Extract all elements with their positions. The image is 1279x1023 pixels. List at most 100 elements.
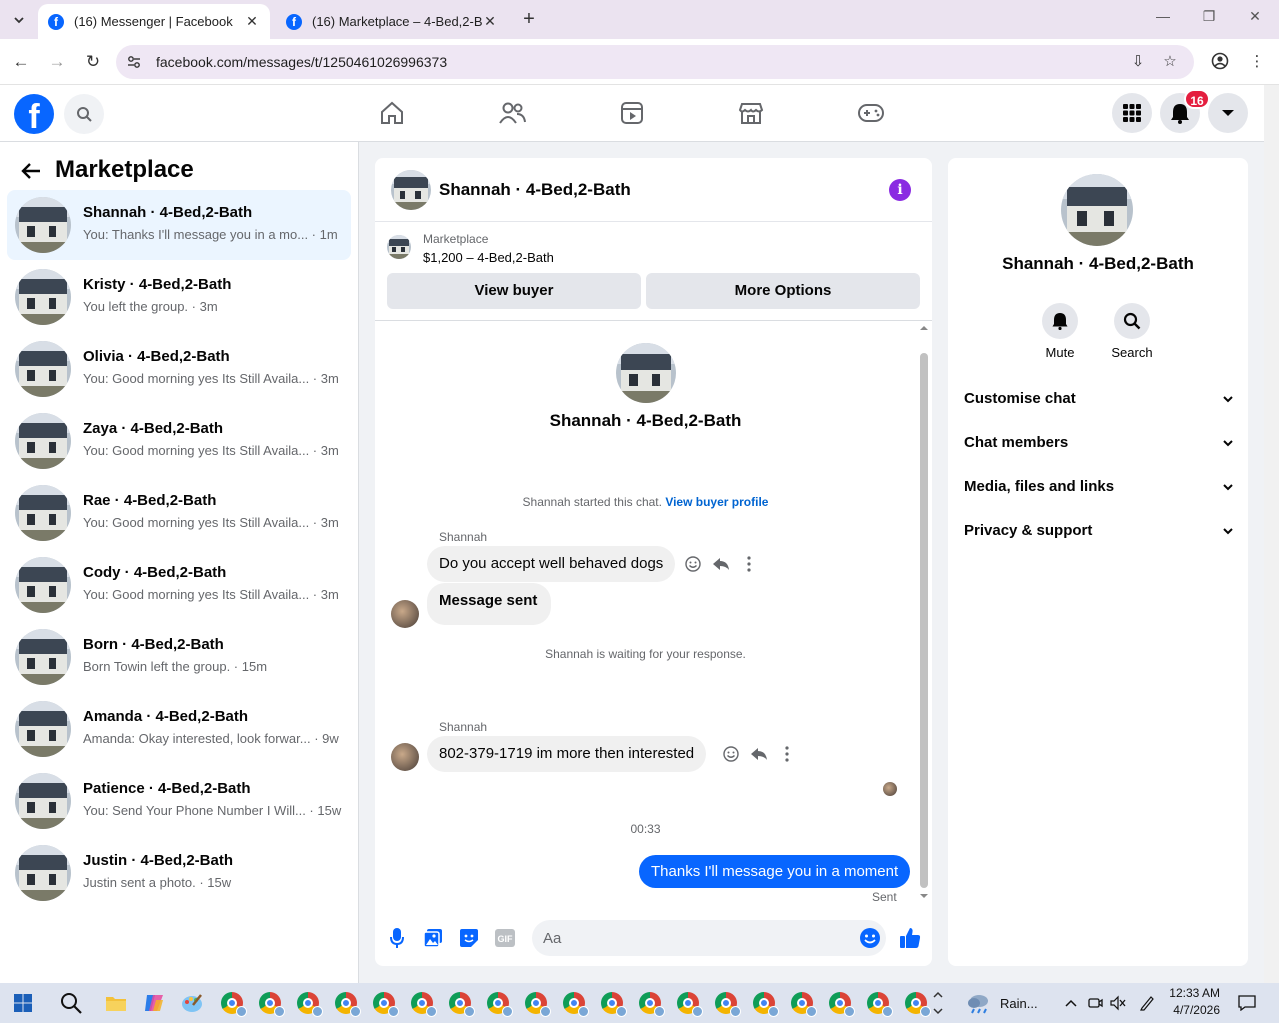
- scroll-up-icon[interactable]: [916, 323, 932, 333]
- conversation-item[interactable]: Olivia · 4-Bed,2-Bath You: Good morning y…: [7, 334, 351, 404]
- listing-thumbnail[interactable]: [387, 235, 411, 259]
- chrome-profile-icon[interactable]: [293, 988, 323, 1018]
- chat-title[interactable]: Shannah · 4-Bed,2-Bath: [439, 180, 631, 200]
- tab-search-button[interactable]: [6, 7, 32, 33]
- scrollbar-thumb[interactable]: [920, 353, 928, 888]
- chat-scrollbar[interactable]: [916, 323, 932, 901]
- chrome-profile-icon[interactable]: [673, 988, 703, 1018]
- weather-text[interactable]: Rain...: [1000, 996, 1038, 1011]
- reply-icon[interactable]: [749, 744, 769, 764]
- conversation-item[interactable]: Kristy · 4-Bed,2-Bath You left the group.…: [7, 262, 351, 332]
- chrome-profile-icon[interactable]: [559, 988, 589, 1018]
- outgoing-message[interactable]: Thanks I'll message you in a moment: [639, 855, 911, 888]
- site-settings-icon[interactable]: [126, 54, 142, 70]
- conversation-item[interactable]: Zaya · 4-Bed,2-Bath You: Good morning yes…: [7, 406, 351, 476]
- chrome-profile-icon[interactable]: [521, 988, 551, 1018]
- emoji-icon[interactable]: [859, 927, 881, 949]
- gif-icon[interactable]: GIF: [493, 926, 517, 950]
- search-facebook-button[interactable]: [64, 94, 104, 134]
- sender-avatar[interactable]: [391, 743, 419, 771]
- conversation-info-icon[interactable]: i: [889, 179, 911, 201]
- react-smiley-icon[interactable]: [683, 554, 703, 574]
- clock-date[interactable]: 4/7/2026: [1164, 1003, 1220, 1017]
- conversation-item[interactable]: Patience · 4-Bed,2-Bath You: Send Your Ph…: [7, 766, 351, 836]
- facebook-logo[interactable]: f: [14, 94, 54, 136]
- tab-close-icon[interactable]: ✕: [482, 13, 498, 30]
- chrome-profile-icon[interactable]: [331, 988, 361, 1018]
- chrome-profile-icon[interactable]: [749, 988, 779, 1018]
- conversation-item[interactable]: Rae · 4-Bed,2-Bath You: Good morning yes …: [7, 478, 351, 548]
- pen-menu-icon[interactable]: [1132, 988, 1162, 1018]
- forward-button[interactable]: →: [46, 51, 68, 73]
- message-composer[interactable]: [532, 920, 886, 956]
- conversation-item[interactable]: Born · 4-Bed,2-Bath Born Towin left the g…: [7, 622, 351, 692]
- chrome-profile-icon[interactable]: [635, 988, 665, 1018]
- profile-avatar-large[interactable]: [616, 343, 676, 403]
- sender-avatar[interactable]: [391, 600, 419, 628]
- chrome-profile-icon[interactable]: [901, 988, 931, 1018]
- photo-icon[interactable]: [421, 926, 445, 950]
- details-avatar[interactable]: [1061, 174, 1133, 246]
- chrome-profile-icon[interactable]: [863, 988, 893, 1018]
- menu-grid-button[interactable]: [1112, 93, 1152, 133]
- privacy-support-section[interactable]: Privacy & support: [964, 516, 1236, 546]
- back-button[interactable]: ←: [10, 51, 32, 73]
- chrome-profile-icon[interactable]: [369, 988, 399, 1018]
- chrome-profile-icon[interactable]: [483, 988, 513, 1018]
- page-scrollbar[interactable]: [1264, 85, 1279, 983]
- chrome-profile-icon[interactable]: [597, 988, 627, 1018]
- media-files-links-section[interactable]: Media, files and links: [964, 472, 1236, 502]
- browser-menu-icon[interactable]: ⋮: [1247, 52, 1267, 72]
- gaming-nav-icon[interactable]: [856, 98, 886, 128]
- video-nav-icon[interactable]: [617, 98, 647, 128]
- conversation-item[interactable]: Justin · 4-Bed,2-Bath Justin sent a photo…: [7, 838, 351, 908]
- react-smiley-icon[interactable]: [721, 744, 741, 764]
- volume-muted-icon[interactable]: [1103, 988, 1133, 1018]
- sticker-icon[interactable]: [457, 926, 481, 950]
- install-app-icon[interactable]: ⇩: [1128, 52, 1148, 72]
- minimize-button[interactable]: —: [1140, 8, 1186, 24]
- more-actions-icon[interactable]: [739, 554, 759, 574]
- chrome-profile-icon[interactable]: [711, 988, 741, 1018]
- clock-time[interactable]: 12:33 AM: [1168, 986, 1220, 1000]
- notification-center-icon[interactable]: [1232, 988, 1262, 1018]
- customise-chat-section[interactable]: Customise chat: [964, 384, 1236, 414]
- chrome-profile-icon[interactable]: [445, 988, 475, 1018]
- conversation-item[interactable]: Shannah · 4-Bed,2-Bath You: Thanks I'll m…: [7, 190, 351, 260]
- file-explorer-icon[interactable]: [101, 988, 131, 1018]
- scroll-down-icon[interactable]: [916, 891, 932, 901]
- chrome-profile-icon[interactable]: [787, 988, 817, 1018]
- view-buyer-profile-link[interactable]: View buyer profile: [665, 495, 768, 509]
- conversation-item[interactable]: Cody · 4-Bed,2-Bath You: Good morning yes…: [7, 550, 351, 620]
- more-options-button[interactable]: More Options: [646, 273, 920, 309]
- close-window-button[interactable]: ✕: [1232, 8, 1278, 25]
- friends-nav-icon[interactable]: [497, 98, 527, 128]
- view-buyer-button[interactable]: View buyer: [387, 273, 641, 309]
- paint-app-icon[interactable]: [177, 988, 207, 1018]
- mute-button[interactable]: Mute: [1030, 303, 1090, 360]
- message-input[interactable]: [532, 920, 832, 956]
- account-menu-button[interactable]: [1208, 93, 1248, 133]
- new-tab-button[interactable]: +: [518, 8, 540, 30]
- tab-marketplace[interactable]: f (16) Marketplace – 4-Bed,2-Bath ✕: [276, 4, 508, 39]
- incoming-message[interactable]: Message sent: [427, 583, 552, 625]
- incoming-message[interactable]: Do you accept well behaved dogs: [427, 546, 676, 582]
- like-thumbs-up-icon[interactable]: [898, 926, 922, 950]
- search-in-conversation-button[interactable]: Search: [1102, 303, 1162, 360]
- listing-price-title[interactable]: $1,200 – 4-Bed,2-Bath: [423, 250, 554, 265]
- back-arrow-icon[interactable]: [20, 160, 42, 182]
- profile-icon[interactable]: [1210, 52, 1230, 72]
- start-button[interactable]: [8, 988, 38, 1018]
- taskbar-scroll[interactable]: [930, 988, 945, 1018]
- chat-avatar[interactable]: [391, 170, 431, 210]
- chat-members-section[interactable]: Chat members: [964, 428, 1236, 458]
- chrome-profile-icon[interactable]: [255, 988, 285, 1018]
- copilot-icon[interactable]: [139, 988, 169, 1018]
- address-bar[interactable]: facebook.com/messages/t/1250461026996373…: [116, 45, 1194, 79]
- marketplace-nav-icon[interactable]: [736, 98, 766, 128]
- more-actions-icon[interactable]: [777, 744, 797, 764]
- taskbar-search-button[interactable]: [56, 988, 86, 1018]
- tab-close-icon[interactable]: ✕: [244, 13, 260, 30]
- tab-messenger[interactable]: f (16) Messenger | Facebook ✕: [38, 4, 270, 39]
- chrome-profile-icon[interactable]: [217, 988, 247, 1018]
